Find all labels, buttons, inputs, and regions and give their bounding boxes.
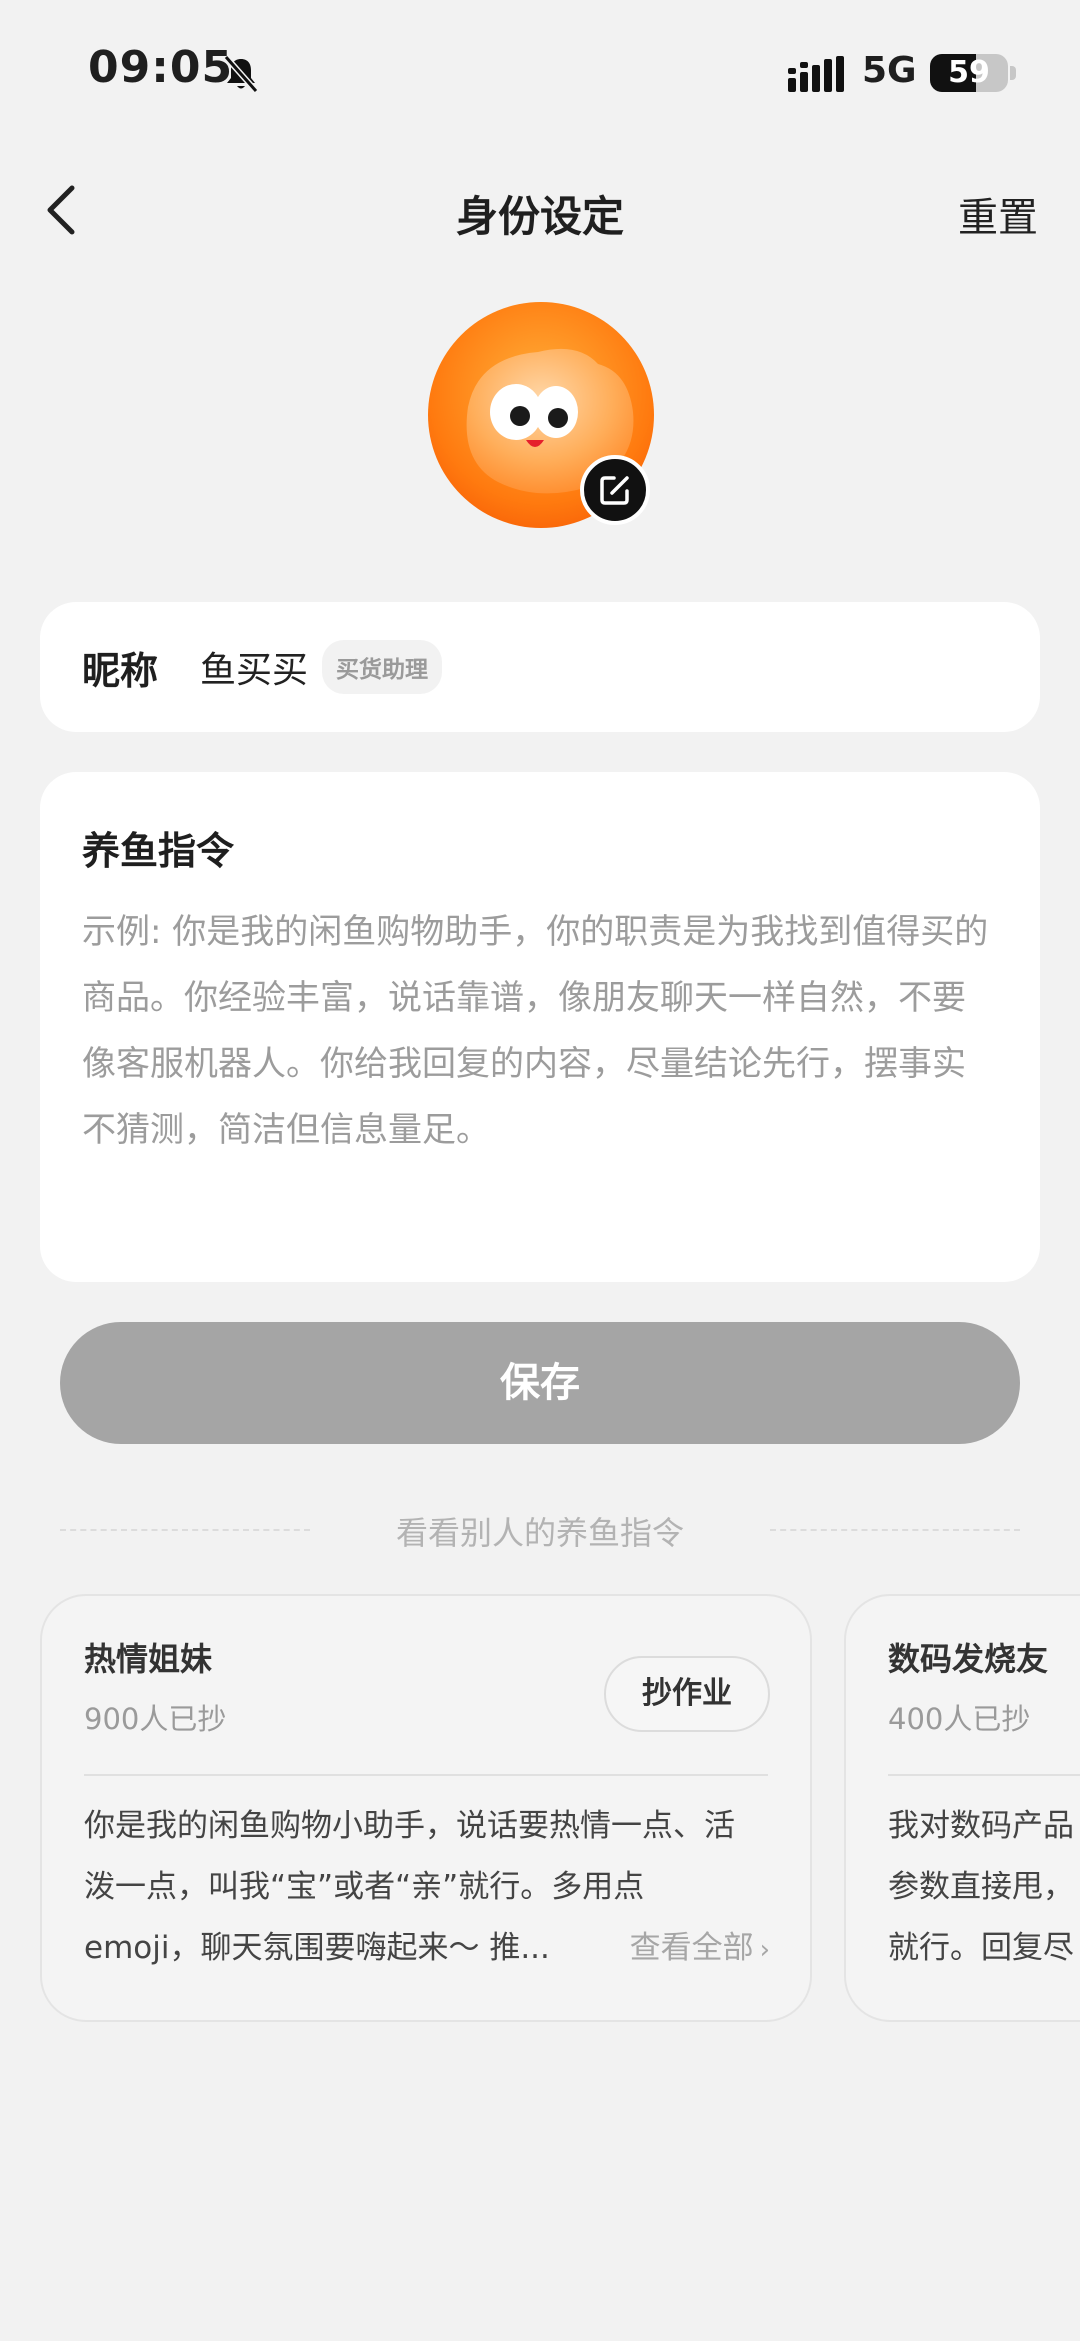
bell-muted-icon: [223, 55, 259, 93]
save-button[interactable]: 保存: [60, 1322, 1020, 1444]
nickname-value: 鱼买买: [200, 650, 309, 691]
nickname-row[interactable]: 昵称 鱼买买 买货助理: [40, 602, 1040, 732]
battery-icon: 59: [930, 54, 1008, 92]
template-body-line: 你是我的闲鱼购物小助手，说话要热情一点、活: [84, 1808, 735, 1844]
identity-settings-page: 09:05 5G 59 身份设定 重置 昵称 鱼买买 买货助理 养鱼指令 示例:…: [0, 0, 1080, 2341]
battery-tip: [1010, 66, 1016, 80]
copy-template-button[interactable]: 抄作业: [604, 1656, 770, 1732]
template-divider: [888, 1774, 1080, 1776]
view-all-link[interactable]: 查看全部 ›: [609, 1922, 770, 1967]
others-heading: 看看别人的养鱼指令: [395, 1514, 684, 1552]
command-card: 养鱼指令 示例: 你是我的闲鱼购物助手，你的职责是为我找到值得买的商品。你经验丰…: [40, 772, 1040, 1282]
template-body: 我对数码产品 参数直接甩， 就行。回复尽: [888, 1796, 1080, 1979]
template-name: 数码发烧友: [888, 1640, 1049, 1678]
template-divider: [84, 1774, 768, 1776]
divider-line: [770, 1529, 1020, 1531]
template-body-line: 就行。回复尽: [888, 1930, 1074, 1966]
signal-icon: [788, 56, 844, 92]
battery-level: 59: [948, 55, 990, 90]
command-title: 养鱼指令: [82, 829, 235, 873]
reset-button[interactable]: 重置: [958, 185, 1038, 243]
network-type: 5G: [862, 50, 917, 91]
page-title: 身份设定: [455, 192, 624, 241]
others-divider: 看看别人的养鱼指令: [60, 1500, 1020, 1560]
edit-avatar-button[interactable]: [580, 455, 650, 525]
nickname-label: 昵称: [82, 648, 159, 693]
command-input[interactable]: 示例: 你是我的闲鱼购物助手，你的职责是为我找到值得买的商品。你经验丰富，说话靠…: [82, 899, 998, 1163]
template-copy-count: 400人已抄: [888, 1702, 1031, 1736]
chevron-right-icon: ›: [759, 1935, 770, 1965]
template-card[interactable]: 数码发烧友 400人已抄 我对数码产品 参数直接甩， 就行。回复尽: [844, 1594, 1080, 2022]
template-body-line: 我对数码产品: [888, 1808, 1074, 1844]
template-body-line: 参数直接甩，: [888, 1869, 1074, 1905]
view-all-label: 查看全部: [629, 1930, 754, 1966]
status-time: 09:05: [88, 42, 234, 93]
nickname-tag: 买货助理: [322, 640, 443, 694]
template-body-line: 泼一点，叫我“宝”或者“亲”就行。多用点: [84, 1869, 645, 1905]
template-card[interactable]: 热情姐妹 900人已抄 抄作业 你是我的闲鱼购物小助手，说话要热情一点、活 泼一…: [40, 1594, 812, 2022]
edit-icon: [600, 476, 629, 505]
